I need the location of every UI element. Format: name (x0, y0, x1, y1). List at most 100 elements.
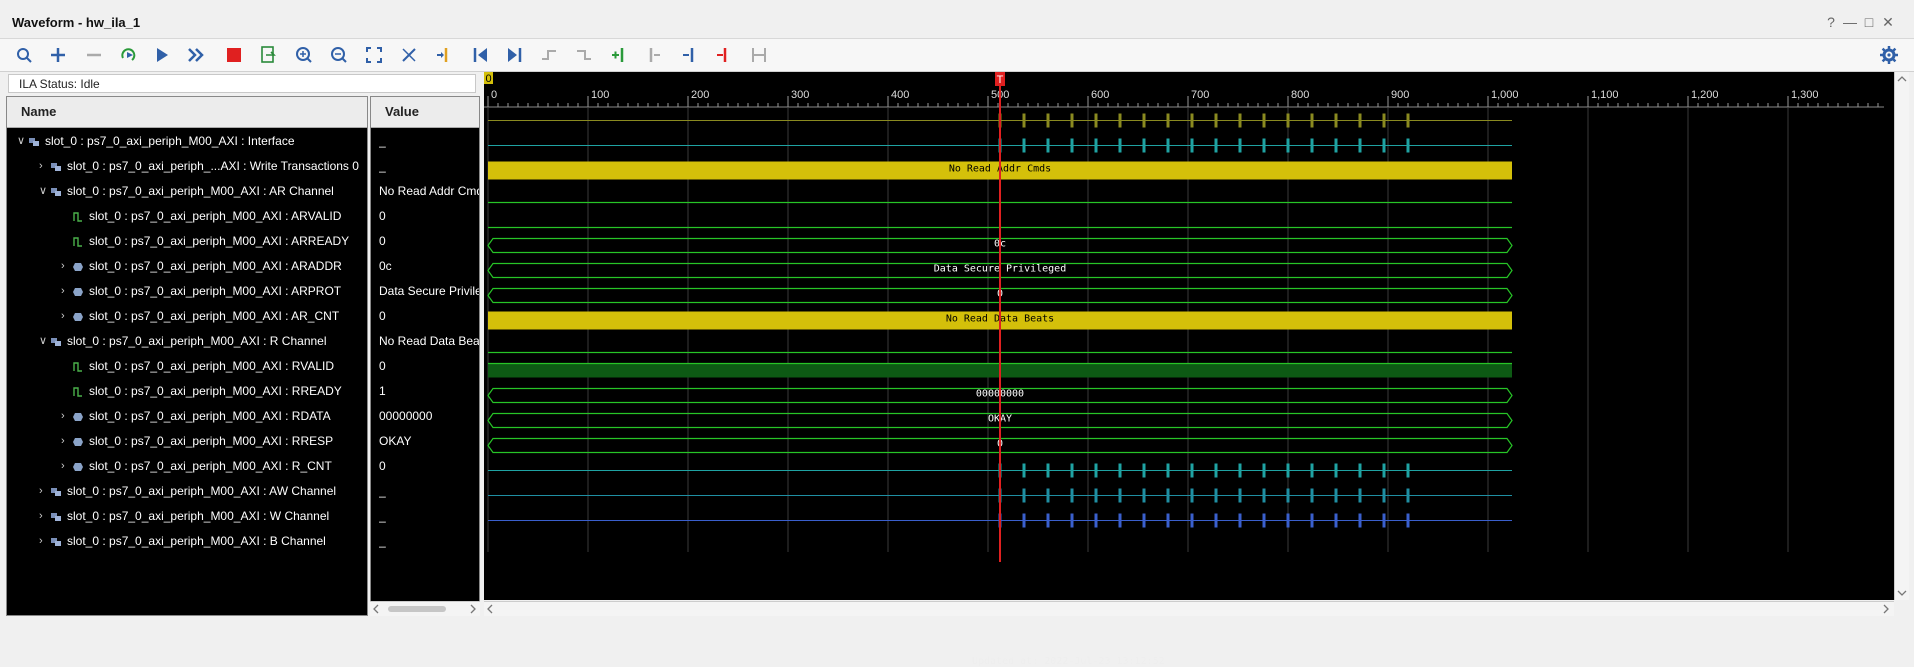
chevron-right-icon[interactable]: › (39, 529, 49, 554)
chevron-right-icon[interactable]: › (39, 479, 49, 504)
chevron-right-icon[interactable]: › (61, 254, 71, 279)
run-trigger-immediate-icon[interactable] (117, 44, 139, 66)
trace-pulse (1406, 463, 1410, 478)
signal-row[interactable]: › slot_0 : ps7_0_axi_periph_M00_AXI : ARP… (7, 279, 367, 304)
next-transition-icon[interactable] (573, 44, 595, 66)
remove-icon[interactable] (83, 44, 105, 66)
trace-pulse (1142, 488, 1146, 503)
trace-pulse (1286, 138, 1290, 153)
chevron-right-icon[interactable]: › (61, 304, 71, 329)
signal-row[interactable]: › slot_0 : ps7_0_axi_periph_...AXI : Writ… (7, 154, 367, 179)
signal-row[interactable]: › slot_0 : ps7_0_axi_periph_M00_AXI : B C… (7, 529, 367, 554)
trace-pulse (1142, 463, 1146, 478)
run-icon[interactable] (151, 44, 173, 66)
waveform-viewer[interactable]: 01002003004005006007008009001,0001,1001,… (484, 72, 1894, 667)
zoom-fit-icon[interactable] (363, 44, 385, 66)
add-marker-icon[interactable] (608, 44, 630, 66)
close-icon[interactable]: ✕ (1881, 15, 1895, 29)
signal-row[interactable]: › slot_0 : ps7_0_axi_periph_M00_AXI : W C… (7, 504, 367, 529)
signal-row[interactable]: ∨ slot_0 : ps7_0_axi_periph_M00_AXI : Int… (7, 129, 367, 154)
snap-icon[interactable] (748, 44, 770, 66)
signal-row[interactable]: › slot_0 : ps7_0_axi_periph_M00_AXI : R_C… (7, 454, 367, 479)
go-to-start-icon[interactable] (470, 44, 492, 66)
chevron-right-icon[interactable]: › (61, 404, 71, 429)
chevron-right-icon[interactable]: › (61, 279, 71, 304)
trace-pulse (1382, 138, 1386, 153)
signal-value: _ (379, 159, 386, 173)
prev-marker-icon[interactable] (643, 44, 665, 66)
trace-pulse (1118, 463, 1122, 478)
zoom-out-icon[interactable] (328, 44, 350, 66)
trace-pulse (1406, 488, 1410, 503)
waveform-vertical-scrollbar[interactable] (1894, 72, 1909, 600)
chevron-right-icon[interactable]: › (61, 454, 71, 479)
zoom-in-icon[interactable] (293, 44, 315, 66)
stop-icon[interactable] (223, 44, 245, 66)
help-icon[interactable]: ? (1824, 15, 1838, 29)
signal-name: slot_0 : ps7_0_axi_periph_M00_AXI : R Ch… (67, 334, 327, 348)
signal-row[interactable]: › slot_0 : ps7_0_axi_periph_M00_AXI : AR_… (7, 304, 367, 329)
signal-row[interactable]: › slot_0 : ps7_0_axi_periph_M00_AXI : RDA… (7, 404, 367, 429)
chevron-down-icon[interactable]: ∨ (39, 329, 49, 354)
trace-pulse (1142, 138, 1146, 153)
signal-row[interactable]: ∨ slot_0 : ps7_0_axi_periph_M00_AXI : AR … (7, 179, 367, 204)
trace-pulse (1070, 513, 1074, 528)
run-continuous-icon[interactable] (185, 44, 207, 66)
trace-pulse (1382, 513, 1386, 528)
add-icon[interactable] (47, 44, 69, 66)
zoom-cursor-icon[interactable] (398, 44, 420, 66)
chevron-right-icon[interactable]: › (39, 154, 49, 179)
go-to-cursor-icon[interactable] (432, 44, 454, 66)
chevron-right-icon[interactable]: › (61, 429, 71, 454)
signal-row[interactable]: › slot_0 : ps7_0_axi_periph_M00_AXI : AW … (7, 479, 367, 504)
bit-signal-icon (72, 361, 84, 373)
signal-row[interactable]: › slot_0 : ps7_0_axi_periph_M00_AXI : ARA… (7, 254, 367, 279)
prev-transition-icon[interactable] (538, 44, 560, 66)
signal-value-pane[interactable]: Value _ _ No Read Addr Cmds 0 0 0c Data Secure… (370, 96, 480, 616)
minimize-icon[interactable]: — (1843, 15, 1857, 29)
value-column-header[interactable]: Value (371, 97, 479, 128)
window-titlebar: Waveform - hw_ila_1 ? — □ ✕ (0, 0, 1914, 39)
next-marker-icon[interactable] (678, 44, 700, 66)
signal-name: slot_0 : ps7_0_axi_periph_M00_AXI : AR C… (67, 184, 334, 198)
chevron-down-icon[interactable]: ∨ (39, 179, 49, 204)
trace-pulse (1334, 463, 1338, 478)
trace-pulse (1166, 138, 1170, 153)
signal-value: _ (379, 134, 386, 148)
trace-pulse (1214, 513, 1218, 528)
signal-value: 0 (379, 459, 386, 473)
interface-signal-icon (50, 161, 62, 173)
trace-pulse (1094, 463, 1098, 478)
trace-pulse (1094, 513, 1098, 528)
trace-pulse (1118, 138, 1122, 153)
signal-value: 0 (379, 234, 386, 248)
settings-icon[interactable] (1878, 44, 1900, 66)
signal-name-pane[interactable]: Name ∨ slot_0 : ps7_0_axi_periph_M00_AXI … (6, 96, 368, 616)
search-icon[interactable] (13, 44, 35, 66)
trace-pulse (1262, 463, 1266, 478)
signal-row[interactable]: slot_0 : ps7_0_axi_periph_M00_AXI : RVAL… (7, 354, 367, 379)
value-pane-scrollbar[interactable] (370, 601, 480, 616)
trace-pulse (1190, 488, 1194, 503)
maximize-icon[interactable]: □ (1862, 15, 1876, 29)
go-to-end-icon[interactable] (503, 44, 525, 66)
signal-name: slot_0 : ps7_0_axi_periph_M00_AXI : ARPR… (89, 284, 342, 298)
chevron-right-icon[interactable]: › (39, 504, 49, 529)
export-icon[interactable] (257, 44, 279, 66)
trace-pulse (1214, 138, 1218, 153)
signal-name: slot_0 : ps7_0_axi_periph_M00_AXI : AW C… (67, 484, 337, 498)
signal-name: slot_0 : ps7_0_axi_periph_M00_AXI : Inte… (45, 134, 295, 148)
chevron-down-icon[interactable]: ∨ (17, 129, 27, 154)
waveform-horizontal-scrollbar[interactable] (484, 601, 1894, 616)
trace-pulse (1022, 488, 1026, 503)
trace-pulse (1238, 463, 1242, 478)
signal-row[interactable]: slot_0 : ps7_0_axi_periph_M00_AXI : ARVA… (7, 204, 367, 229)
trace-pulse (1094, 488, 1098, 503)
signal-row[interactable]: slot_0 : ps7_0_axi_periph_M00_AXI : RREA… (7, 379, 367, 404)
signal-row[interactable]: slot_0 : ps7_0_axi_periph_M00_AXI : ARRE… (7, 229, 367, 254)
name-column-header[interactable]: Name (7, 97, 367, 128)
swap-cursors-icon[interactable] (713, 44, 735, 66)
cursor-label: T (997, 74, 1004, 86)
signal-row[interactable]: › slot_0 : ps7_0_axi_periph_M00_AXI : RRE… (7, 429, 367, 454)
signal-row[interactable]: ∨ slot_0 : ps7_0_axi_periph_M00_AXI : R C… (7, 329, 367, 354)
